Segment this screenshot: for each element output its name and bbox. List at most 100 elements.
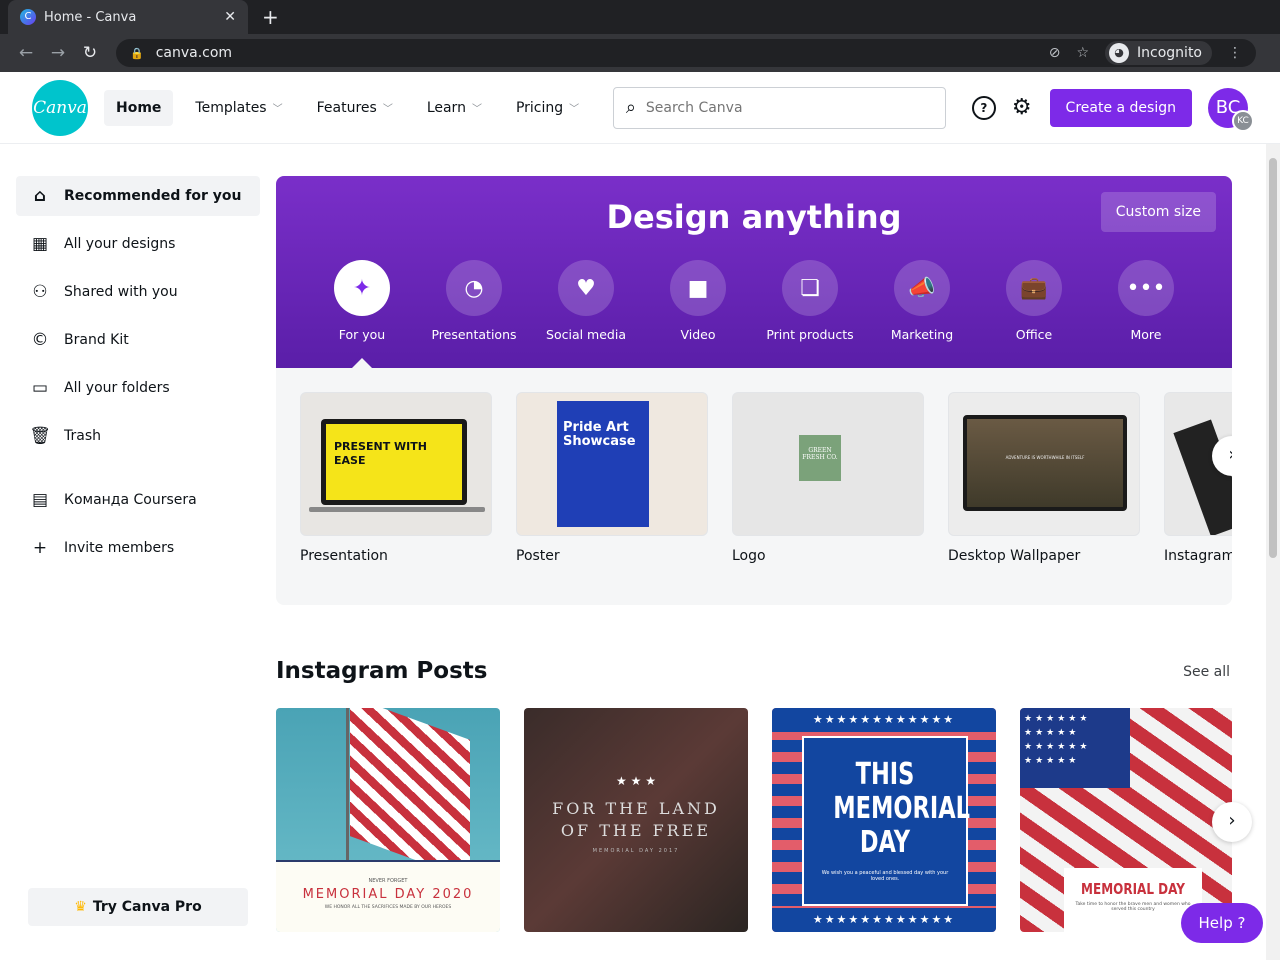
- sidebar-item-brand-kit[interactable]: © Brand Kit: [16, 320, 260, 360]
- browser-tab-bar: C Home - Canva ✕ +: [0, 0, 1280, 34]
- template-label: Desktop Wallpaper: [948, 548, 1081, 564]
- search-input[interactable]: [645, 99, 933, 116]
- sidebar-item-trash[interactable]: 🗑 Trash: [16, 416, 260, 456]
- category-label: More: [1130, 327, 1162, 342]
- category-presentations[interactable]: ◔ Presentations: [418, 260, 530, 342]
- nav-features[interactable]: Features ﹀: [305, 90, 405, 126]
- try-canva-pro-button[interactable]: ♛ Try Canva Pro: [28, 888, 248, 926]
- chevron-right-icon: ›: [1228, 810, 1236, 831]
- stars-decoration: ★ ★ ★: [616, 774, 656, 788]
- sidebar-item-shared[interactable]: ⚇ Shared with you: [16, 272, 260, 312]
- template-card-logo[interactable]: GREEN FRESH CO. Logo: [732, 392, 924, 564]
- nav-home[interactable]: Home: [104, 89, 174, 126]
- post-text: NEVER FORGET: [368, 878, 408, 884]
- template-label: Logo: [732, 548, 766, 564]
- page-scrollbar[interactable]: [1266, 144, 1280, 960]
- home-icon: ⌂: [33, 186, 47, 206]
- nav-label: Pricing: [515, 99, 564, 116]
- category-video[interactable]: ■ Video: [642, 260, 754, 342]
- sparkle-icon: ✦: [334, 260, 390, 316]
- category-office[interactable]: 💼 Office: [978, 260, 1090, 342]
- section-title: Instagram Posts: [276, 658, 488, 684]
- nav-templates[interactable]: Templates ﹀: [183, 90, 294, 126]
- eye-off-icon[interactable]: ⊘: [1049, 45, 1061, 61]
- template-card-instagram[interactable]: Instagram: [1164, 392, 1232, 564]
- sidebar-item-label: Recommended for you: [64, 188, 242, 204]
- template-label: Instagram: [1164, 548, 1232, 564]
- back-icon[interactable]: ←: [10, 43, 42, 63]
- help-icon[interactable]: ?: [971, 95, 996, 120]
- nav-learn[interactable]: Learn ﹀: [415, 90, 494, 126]
- custom-size-button[interactable]: Custom size: [1100, 192, 1216, 232]
- trash-icon: 🗑: [29, 426, 51, 446]
- try-pro-label: Try Canva Pro: [92, 899, 202, 915]
- post-title: THIS MEMORIAL DAY: [833, 757, 970, 860]
- sidebar-item-invite[interactable]: + Invite members: [16, 528, 260, 568]
- address-bar: ← → ↻ 🔒 canva.com ⊘ ☆ ◕ Incognito ⋮: [0, 34, 1280, 72]
- site-header: Canva Home Templates ﹀ Features ﹀ Learn ﹀ P…: [0, 72, 1280, 144]
- post-title: MEMORIAL DAY: [1081, 880, 1185, 898]
- sidebar-item-label: All your designs: [64, 236, 176, 252]
- tab-title: Home - Canva: [44, 9, 137, 25]
- forward-icon[interactable]: →: [42, 43, 74, 63]
- template-label: Poster: [516, 548, 560, 564]
- thumb-text: GREEN FRESH CO.: [799, 435, 841, 481]
- nav-pricing[interactable]: Pricing ﹀: [504, 90, 591, 126]
- reload-icon[interactable]: ↻: [74, 43, 106, 63]
- heart-icon: ♥: [558, 260, 614, 316]
- see-all-link[interactable]: See all: [1183, 664, 1230, 680]
- post-title: MEMORIAL DAY 2020: [302, 887, 474, 902]
- post-card[interactable]: ★★★★★★★★★★★★ ★★★★★★★★★★★★ THIS MEMORIAL …: [772, 708, 996, 932]
- crown-icon: ♛: [74, 899, 87, 915]
- url-field[interactable]: 🔒 canva.com ⊘ ☆ ◕ Incognito ⋮: [116, 39, 1256, 67]
- category-social-media[interactable]: ♥ Social media: [530, 260, 642, 342]
- scrollbar-thumb[interactable]: [1269, 158, 1277, 558]
- post-text: We wish you a peaceful and blessed day w…: [821, 870, 949, 882]
- sidebar-item-folders[interactable]: ▭ All your folders: [16, 368, 260, 408]
- template-card-desktop-wallpaper[interactable]: ADVENTURE IS WORTHWHILE IN ITSELF Deskto…: [948, 392, 1140, 564]
- banner-title: Design anything: [606, 198, 902, 236]
- close-tab-icon[interactable]: ✕: [224, 9, 236, 25]
- sidebar-item-recommended[interactable]: ⌂ Recommended for you: [16, 176, 260, 216]
- category-label: Office: [1015, 327, 1053, 342]
- post-card[interactable]: ★★★★★★ ★★★★★ ★★★★★★ ★★★★★ MEMORIAL DAY T…: [1020, 708, 1232, 932]
- template-card-presentation[interactable]: PRESENT WITH EASE Presentation: [300, 392, 492, 564]
- briefcase-icon: 💼: [1006, 260, 1062, 316]
- template-card-poster[interactable]: Pride Art Showcase Poster: [516, 392, 708, 564]
- avatar[interactable]: BC KC: [1208, 87, 1254, 132]
- category-print-products[interactable]: ❏ Print products: [754, 260, 866, 342]
- building-icon: ▤: [31, 490, 49, 510]
- gear-icon[interactable]: ⚙: [1012, 95, 1032, 120]
- folder-icon: ▭: [31, 378, 49, 398]
- sidebar-item-label: Brand Kit: [64, 332, 129, 348]
- sidebar-item-all-designs[interactable]: ▦ All your designs: [16, 224, 260, 264]
- menu-icon[interactable]: ⋮: [1228, 45, 1242, 61]
- template-thumbnail: GREEN FRESH CO.: [732, 392, 924, 536]
- category-marketing[interactable]: 📣 Marketing: [866, 260, 978, 342]
- new-tab-icon[interactable]: +: [262, 5, 279, 29]
- incognito-badge[interactable]: ◕ Incognito: [1105, 41, 1212, 65]
- post-text: MEMORIAL DAY 2017: [592, 848, 680, 854]
- canva-logo[interactable]: Canva: [32, 79, 88, 136]
- print-icon: ❏: [782, 260, 838, 316]
- sidebar-item-team[interactable]: ▤ Команда Coursera: [16, 480, 260, 520]
- category-label: Print products: [766, 327, 854, 342]
- posts-next-button[interactable]: ›: [1212, 802, 1252, 842]
- category-for-you[interactable]: ✦ For you: [306, 260, 418, 342]
- main-nav: Home Templates ﹀ Features ﹀ Learn ﹀ Pricing…: [104, 89, 597, 126]
- post-card[interactable]: ★ ★ ★ FOR THE LAND OF THE FREE MEMORIAL …: [524, 708, 748, 932]
- sidebar-item-label: Trash: [64, 428, 101, 444]
- team-badge: KC: [1232, 109, 1254, 132]
- selected-pointer: [352, 358, 372, 368]
- browser-tab[interactable]: C Home - Canva ✕: [8, 0, 248, 34]
- main-content: Design anything Custom size ✦ For you ◔ Pr…: [276, 176, 1232, 605]
- brand-icon: ©: [31, 330, 49, 350]
- template-tray: PRESENT WITH EASE Presentation Pride Art…: [276, 368, 1232, 605]
- star-icon[interactable]: ☆: [1076, 45, 1089, 61]
- create-design-button[interactable]: Create a design: [1049, 88, 1192, 127]
- post-card[interactable]: NEVER FORGET MEMORIAL DAY 2020 WE HONOR …: [276, 708, 500, 932]
- category-more[interactable]: ••• More: [1090, 260, 1202, 342]
- category-list: ✦ For you ◔ Presentations ♥ Social media ■ V…: [306, 260, 1202, 342]
- more-icon: •••: [1118, 260, 1174, 316]
- help-button[interactable]: Help ?: [1181, 903, 1263, 943]
